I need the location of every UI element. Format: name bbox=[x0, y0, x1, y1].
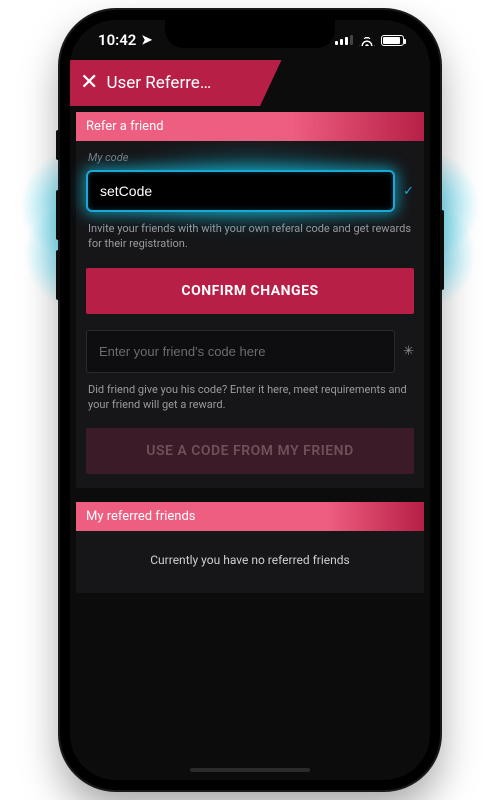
my-code-label: My code bbox=[76, 141, 424, 170]
volume-down-button bbox=[56, 250, 60, 300]
friend-code-input[interactable] bbox=[86, 330, 395, 373]
phone-frame: 10:42 ➤ ✕ User Referre… Refer a friend M… bbox=[60, 10, 440, 790]
referred-section-header: My referred friends bbox=[76, 502, 424, 531]
volume-up-button bbox=[56, 190, 60, 240]
refer-section-header: Refer a friend bbox=[76, 112, 424, 141]
refer-panel: Refer a friend My code ✓ Invite your fri… bbox=[76, 112, 424, 488]
referred-friends-panel: My referred friends Currently you have n… bbox=[76, 502, 424, 593]
battery-icon bbox=[381, 35, 404, 46]
refer-helper-text: Invite your friends with with your own r… bbox=[76, 212, 424, 252]
check-icon: ✓ bbox=[403, 184, 414, 199]
app-header: ✕ User Referre… bbox=[70, 60, 430, 106]
wifi-icon bbox=[359, 34, 375, 46]
silence-switch bbox=[56, 130, 60, 160]
notch bbox=[165, 20, 335, 48]
screen: 10:42 ➤ ✕ User Referre… Refer a friend M… bbox=[70, 20, 430, 780]
home-indicator[interactable] bbox=[190, 768, 310, 772]
close-icon[interactable]: ✕ bbox=[80, 72, 98, 94]
required-icon: ✳ bbox=[403, 344, 414, 359]
power-button bbox=[440, 210, 444, 290]
confirm-changes-button[interactable]: CONFIRM CHANGES bbox=[86, 268, 414, 314]
friend-code-helper-text: Did friend give you his code? Enter it h… bbox=[76, 373, 424, 413]
status-time: 10:42 bbox=[98, 31, 136, 49]
location-icon: ➤ bbox=[141, 33, 152, 48]
referred-empty-message: Currently you have no referred friends bbox=[76, 531, 424, 571]
my-code-input[interactable] bbox=[86, 170, 395, 212]
page-title: User Referre… bbox=[106, 73, 211, 93]
use-friend-code-button[interactable]: USE A CODE FROM MY FRIEND bbox=[86, 428, 414, 474]
signal-icon bbox=[335, 35, 353, 45]
